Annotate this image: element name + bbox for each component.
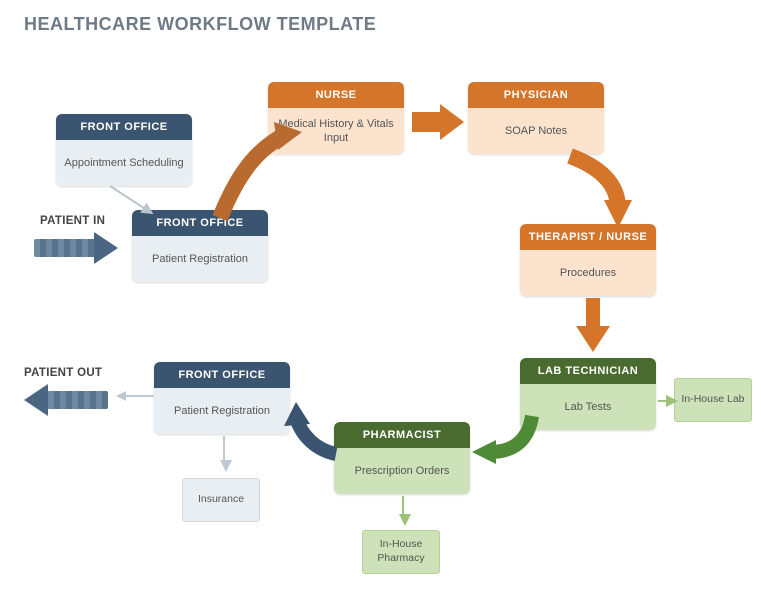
node-body: Procedures bbox=[520, 250, 656, 296]
arrow-therapist-to-lab bbox=[576, 298, 610, 354]
node-front-office-registration: FRONT OFFICE Patient Registration bbox=[132, 210, 268, 282]
arrow-patient-in bbox=[34, 232, 118, 264]
node-body: Appointment Scheduling bbox=[56, 140, 192, 186]
node-header: FRONT OFFICE bbox=[154, 362, 290, 388]
label-patient-out: PATIENT OUT bbox=[24, 367, 102, 379]
node-pharmacist: PHARMACIST Prescription Orders bbox=[334, 422, 470, 494]
node-header: LAB TECHNICIAN bbox=[520, 358, 656, 384]
node-header: FRONT OFFICE bbox=[132, 210, 268, 236]
node-header: PHYSICIAN bbox=[468, 82, 604, 108]
node-body: Lab Tests bbox=[520, 384, 656, 430]
node-body: SOAP Notes bbox=[468, 108, 604, 154]
arrow-physician-to-therapist bbox=[560, 156, 640, 232]
node-therapist-nurse: THERAPIST / NURSE Procedures bbox=[520, 224, 656, 296]
node-front-office-registration-out: FRONT OFFICE Patient Registration bbox=[154, 362, 290, 434]
tag-inhouse-lab: In-House Lab bbox=[674, 378, 752, 422]
label-patient-in: PATIENT IN bbox=[40, 215, 105, 227]
page-title: HEALTHCARE WORKFLOW TEMPLATE bbox=[24, 14, 376, 35]
node-front-office-scheduling: FRONT OFFICE Appointment Scheduling bbox=[56, 114, 192, 186]
node-body: Patient Registration bbox=[154, 388, 290, 434]
arrow-frontoffice-to-insurance bbox=[218, 436, 230, 476]
node-nurse: NURSE Medical History & Vitals Input bbox=[268, 82, 404, 154]
node-header: NURSE bbox=[268, 82, 404, 108]
node-header: THERAPIST / NURSE bbox=[520, 224, 656, 250]
arrow-nurse-to-physician bbox=[412, 104, 466, 140]
arrow-patient-out bbox=[24, 384, 108, 416]
arrow-pharm-to-inhouse bbox=[396, 496, 410, 530]
node-body: Patient Registration bbox=[132, 236, 268, 282]
tag-inhouse-pharmacy: In-House Pharmacy bbox=[362, 530, 440, 574]
node-physician: PHYSICIAN SOAP Notes bbox=[468, 82, 604, 154]
node-header: FRONT OFFICE bbox=[56, 114, 192, 140]
tag-insurance: Insurance bbox=[182, 478, 260, 522]
node-body: Prescription Orders bbox=[334, 448, 470, 494]
node-header: PHARMACIST bbox=[334, 422, 470, 448]
node-body: Medical History & Vitals Input bbox=[268, 108, 404, 154]
arrow-frontoffice-to-out bbox=[114, 390, 154, 402]
node-lab-technician: LAB TECHNICIAN Lab Tests bbox=[520, 358, 656, 430]
